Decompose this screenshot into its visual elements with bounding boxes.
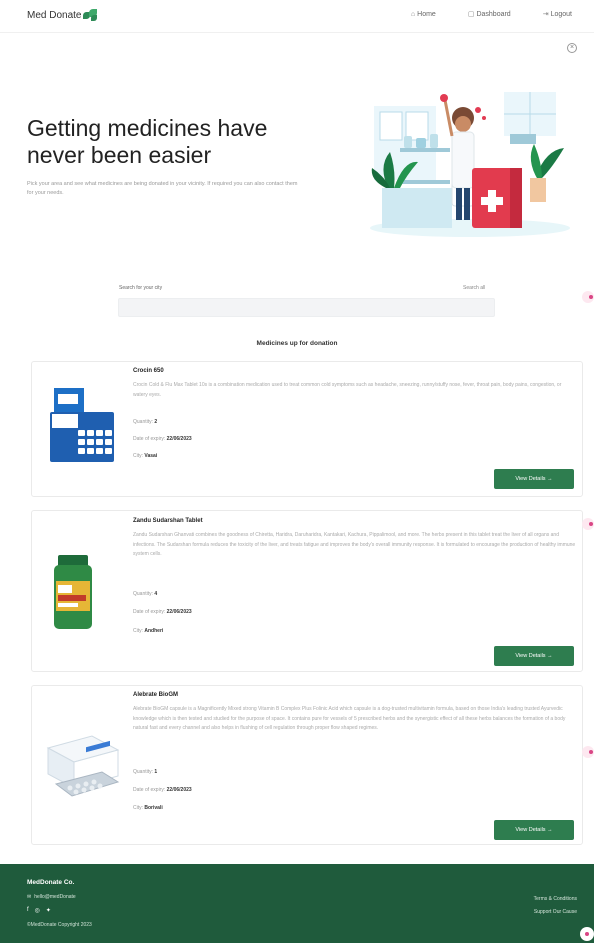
side-indicator-dot (582, 746, 594, 758)
twitter-icon[interactable]: ✦ (46, 907, 51, 914)
medicine-city: City: Borivali (133, 805, 163, 811)
view-details-button[interactable]: View Details → (494, 820, 574, 840)
nav-dashboard-link[interactable]: ▢ Dashboard (467, 10, 511, 19)
navbar: Med Donate ⌂ Home ▢ Dashboard ⇥ Logout (0, 0, 594, 33)
logout-icon: ⇥ (542, 11, 549, 18)
nav-logout-label: Logout (550, 10, 572, 18)
search-hint-link[interactable]: Search all (463, 285, 485, 291)
view-details-button[interactable]: View Details → (494, 469, 574, 489)
leaf-icon (83, 9, 99, 21)
medicine-expiry: Date of expiry: 22/06/2023 (133, 609, 192, 615)
instagram-icon[interactable]: ◎ (35, 907, 40, 914)
hero-subtitle: Pick your area and see what medicines ar… (27, 181, 298, 196)
nav-home-label: Home (417, 10, 436, 18)
medicine-image (46, 735, 120, 797)
medicine-description: Alebrate BioGM capsule is a Magnificentl… (133, 706, 566, 731)
chat-widget-button[interactable] (580, 927, 594, 941)
section-title: Medicines up for donation (256, 340, 338, 347)
medicine-description: Crocin Cold & Flu Max Tablet 10s is a co… (133, 382, 562, 398)
medicine-card: Crocin 650 Crocin Cold & Flu Max Tablet … (31, 361, 583, 497)
facebook-icon[interactable]: f (27, 907, 29, 914)
side-indicator-dot (582, 291, 594, 303)
brand-name: Med Donate (27, 9, 82, 21)
close-icon[interactable]: × (567, 43, 577, 53)
dashboard-icon: ▢ (467, 11, 475, 18)
medicine-card: Zandu Sudarshan Tablet Zandu Sudarshan G… (31, 510, 583, 672)
medicine-expiry: Date of expiry: 22/06/2023 (133, 436, 192, 442)
social-links: f ◎ ✦ (27, 907, 51, 914)
medicine-quantity: Quantity: 4 (133, 591, 158, 597)
medicine-city: City: Andheri (133, 628, 164, 634)
medicine-image (50, 388, 114, 462)
medicine-quantity: Quantity: 1 (133, 769, 158, 775)
mail-icon: ✉ (27, 894, 32, 900)
medicine-image (54, 555, 92, 629)
medicine-description: Zandu Sudarshan Ghanvati combines the go… (133, 532, 576, 557)
side-indicator-dot (582, 518, 594, 530)
medicine-quantity: Quantity: 2 (133, 419, 158, 425)
footer: MedDonate Co. ✉ hello@medDonate f ◎ ✦ ©M… (0, 864, 594, 943)
footer-brand: MedDonate Co. (27, 879, 75, 886)
search-input[interactable] (118, 298, 495, 317)
medicine-name: Alebrate BioGM (133, 692, 179, 698)
doctor-illustration (370, 92, 570, 237)
footer-copyright: ©MedDonate Copyright 2023 (27, 922, 92, 928)
brand-logo[interactable]: Med Donate (27, 9, 99, 21)
view-details-button[interactable]: View Details → (494, 646, 574, 666)
hero-title: Getting medicines have never been easier (27, 115, 268, 168)
medicine-city: City: Vasai (133, 453, 158, 459)
footer-email-text: hello@medDonate (34, 894, 76, 900)
search-label: Search for your city (119, 285, 163, 291)
nav-dashboard-label: Dashboard (476, 10, 511, 18)
footer-links: Terms & Conditions Support Our Cause (534, 893, 577, 919)
medicine-name: Crocin 650 (133, 368, 164, 374)
footer-link-terms[interactable]: Terms & Conditions (534, 893, 577, 906)
footer-link-support[interactable]: Support Our Cause (534, 906, 577, 919)
medicine-expiry: Date of expiry: 22/06/2023 (133, 787, 192, 793)
nav-logout-link[interactable]: ⇥ Logout (542, 10, 572, 19)
footer-email[interactable]: ✉ hello@medDonate (27, 894, 76, 900)
medicine-card: Alebrate BioGM Alebrate BioGM capsule is… (31, 685, 583, 845)
nav-home-link[interactable]: ⌂ Home (411, 10, 436, 18)
home-icon: ⌂ (410, 10, 416, 18)
medicine-name: Zandu Sudarshan Tablet (133, 518, 203, 524)
